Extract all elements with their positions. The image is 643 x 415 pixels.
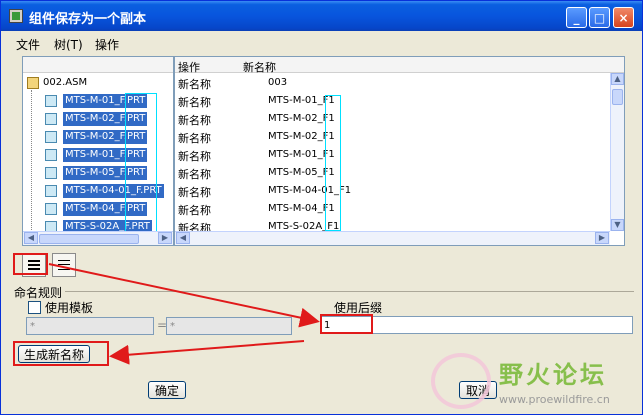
arrow-to-suffix: [48, 263, 320, 328]
arrow-to-generate: [109, 340, 305, 365]
watermark-title: 野火论坛: [499, 361, 607, 389]
watermark-logo-icon: [431, 353, 491, 409]
forum-watermark: 野火论坛 www.proewildfire.cn: [431, 351, 643, 415]
ok-button[interactable]: 确定: [148, 381, 186, 399]
watermark-url: www.proewildfire.cn: [499, 393, 610, 406]
save-copy-dialog: 组件保存为一个副本 _ □ × 文件 树(T) 操作 002.ASM MTS-M…: [0, 0, 643, 415]
